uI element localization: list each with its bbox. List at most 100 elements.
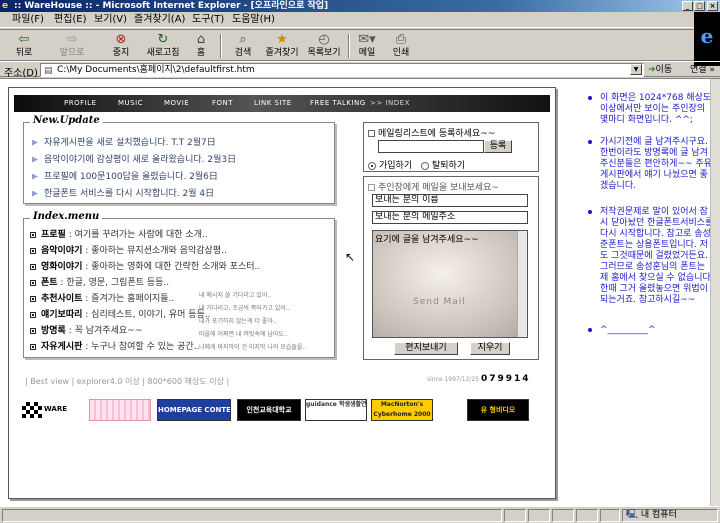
print-button[interactable]: ⎙ 인쇄 — [386, 32, 416, 60]
nav-profile[interactable]: PROFILE — [64, 99, 97, 107]
menu-edit[interactable]: 편집(E) — [54, 14, 87, 26]
vertical-scrollbar[interactable] — [710, 79, 720, 506]
address-label: 주소(D) — [4, 68, 38, 79]
square-bullet-icon — [30, 279, 36, 286]
menu-tools[interactable]: 도구(T) — [192, 14, 224, 26]
browser-viewport[interactable]: PROFILE MUSIC MOVIE FONT LINK SITE FREE … — [0, 78, 720, 506]
address-dropdown-button[interactable]: ▼ — [630, 64, 642, 75]
stop-icon: ⊗ — [115, 32, 127, 47]
sender-name-input[interactable]: 보내는 분의 이름 — [372, 194, 528, 207]
menu-help[interactable]: 도움말(H) — [232, 14, 275, 26]
radio-selected-icon — [368, 161, 376, 170]
bullet-dot-icon — [588, 140, 592, 144]
clear-button[interactable]: 지우기 — [470, 342, 510, 355]
menu-list-item[interactable]: 추천사이트 : 즐겨가는 홈페이지들.. — [30, 291, 174, 304]
visit-counter: 079914 — [481, 374, 531, 384]
news-item[interactable]: 음악이야기에 감상평이 새로 올라왔습니다. 2월3日 — [32, 152, 236, 165]
mailing-list-title: 메일링리스트에 등록하세요~~ — [368, 126, 495, 139]
address-input[interactable]: ▤ C:\My Documents\홈페이지\2\defaultfirst.ht… — [40, 63, 644, 77]
square-bullet-icon — [30, 263, 36, 270]
sender-email-input[interactable]: 보내는 분의 메일주소 — [372, 211, 528, 224]
banner-art-icon — [90, 400, 150, 420]
menu-list-item[interactable]: 폰트 : 한글, 영문, 그림폰트 등등.. — [30, 275, 169, 288]
menu-favorites[interactable]: 즐겨찾기(A) — [134, 14, 185, 26]
search-button[interactable]: ⌕ 검색 — [228, 32, 258, 60]
forward-button[interactable]: ⇨ 앞으로 — [52, 32, 92, 60]
maximize-button[interactable]: □ — [694, 1, 705, 11]
nav-font[interactable]: FONT — [212, 99, 233, 107]
print-icon: ⎙ — [395, 32, 407, 47]
video-banner[interactable]: 유 형비디오 — [467, 399, 529, 421]
toolbar-separator — [348, 34, 350, 58]
note-item: ^_________^ — [588, 325, 716, 336]
radio-empty-icon — [421, 161, 429, 170]
cyberhome-banner[interactable]: MacNorton's Cyberhome 2000 — [371, 399, 433, 421]
ie-throbber: e — [694, 12, 720, 66]
favorites-button[interactable]: ★ 즐겨찾기 — [262, 32, 302, 60]
send-letter-button[interactable]: 편지보내기 — [394, 342, 458, 355]
checker-logo-icon — [22, 402, 42, 418]
pink-banner[interactable] — [89, 399, 151, 421]
links-button[interactable]: 연결 » — [690, 63, 715, 77]
back-button[interactable]: ⇦ 뒤로 — [6, 32, 42, 60]
nav-index[interactable]: >> INDEX — [370, 99, 410, 107]
menu-view[interactable]: 보기(V) — [94, 14, 127, 26]
triangle-bullet-icon — [32, 190, 38, 197]
refresh-button[interactable]: ↻ 새로고침 — [142, 32, 184, 60]
nav-movie[interactable]: MOVIE — [164, 99, 189, 107]
homepage-contest-banner[interactable]: HOMEPAGE CONTEST — [157, 399, 231, 421]
document-icon: ▤ — [44, 66, 53, 76]
join-radio[interactable]: 가입하기 — [368, 161, 412, 171]
menu-list-item[interactable]: 음악이야기 : 좋아하는 뮤지션소개와 음악감상평.. — [30, 243, 227, 256]
mail-button[interactable]: ✉▾ 메일 — [352, 32, 382, 60]
refresh-icon: ↻ — [157, 32, 169, 47]
news-item[interactable]: 한글폰트 서비스를 다시 시작합니다. 2월 4日 — [32, 186, 214, 199]
go-arrow-icon: ➜ — [648, 65, 656, 75]
menu-list-item[interactable]: 얘기보따리 : 심리테스트, 이야기, 유머 등등.. — [30, 307, 211, 320]
checkbox-icon — [368, 184, 375, 191]
stop-button[interactable]: ⊗ 중지 — [106, 32, 136, 60]
register-button[interactable]: 등록 — [484, 140, 512, 153]
address-bar: 주소(D) ▤ C:\My Documents\홈페이지\2\defaultfi… — [0, 61, 720, 79]
triangle-bullet-icon — [32, 173, 38, 180]
ware-logo-banner[interactable]: WARE — [21, 399, 83, 421]
menu-list-item[interactable]: 방명록 : 꼭 남겨주세요~~ — [30, 323, 142, 336]
minimize-button[interactable]: _ — [682, 1, 693, 11]
faint-lyric-line: 내 메시지 쓸 기다리고 있어.. — [199, 292, 272, 299]
menu-list-item[interactable]: 프로필 : 여기를 꾸려가는 사람에 대한 소개.. — [30, 227, 208, 240]
menu-file[interactable]: 파일(F) — [12, 14, 44, 26]
history-button[interactable]: ◴ 목록보기 — [304, 32, 344, 60]
message-textarea[interactable]: 요기에 글을 남겨주세요~~ Send Mail — [372, 230, 528, 338]
news-item[interactable]: 프로필에 100문100답을 올렸습니다. 2월6日 — [32, 169, 218, 182]
incheon-univ-banner[interactable]: 인천교육대학교 — [237, 399, 301, 421]
faint-lyric-line: 내가 포기하지 않는게 더 좋아.. — [199, 318, 277, 325]
news-item[interactable]: 자유게시판을 새로 설치했습니다. T.T 2월7日 — [32, 135, 216, 148]
triangle-bullet-icon — [32, 139, 38, 146]
close-button[interactable]: × — [707, 1, 718, 11]
nav-free-talking[interactable]: FREE TALKING — [310, 99, 366, 107]
back-arrow-icon: ⇦ — [18, 32, 30, 47]
home-button[interactable]: ⌂ 홈 — [188, 32, 214, 60]
news-title: New.Update — [30, 115, 103, 126]
mailing-email-input[interactable] — [378, 140, 484, 153]
search-icon: ⌕ — [239, 32, 247, 47]
ie-icon: e — [2, 1, 9, 11]
news-panel: New.Update 자유게시판을 새로 설치했습니다. T.T 2월7日 음악… — [23, 115, 335, 204]
title-bar: e :: WareHouse :: - Microsoft Internet E… — [0, 0, 720, 12]
menu-list-item[interactable]: 영화이야기 : 좋아하는 영화에 대한 간략한 소개와 포스터.. — [30, 259, 260, 272]
leave-radio[interactable]: 탈퇴하기 — [421, 161, 465, 171]
status-cell — [576, 509, 598, 522]
site-nav: PROFILE MUSIC MOVIE FONT LINK SITE FREE … — [14, 95, 550, 112]
mail-icon: ✉▾ — [358, 32, 376, 47]
textarea-scrollbar[interactable] — [517, 231, 527, 337]
go-button[interactable]: ➜이동 — [648, 63, 684, 77]
checkbox-icon — [368, 130, 375, 137]
guidance-banner[interactable]: guidance 학생생활연구소 — [305, 399, 367, 421]
status-bar: 🖳 내 컴퓨터 — [0, 506, 720, 523]
nav-music[interactable]: MUSIC — [118, 99, 143, 107]
nav-link-site[interactable]: LINK SITE — [254, 99, 292, 107]
note-item: 가시기전에 글 남겨주시구요. 한번이라도 방명록에 글 남겨주신분들은 편안하… — [588, 137, 716, 192]
mailing-list-box: 메일링리스트에 등록하세요~~ 등록 가입하기 탈퇴하기 — [363, 122, 539, 172]
menu-list-item[interactable]: 자유게시판 : 누구나 참여할 수 있는 공간.. — [30, 339, 199, 352]
best-view-note: | Best view | explorer4.0 이상 | 800*600 해… — [25, 377, 230, 386]
